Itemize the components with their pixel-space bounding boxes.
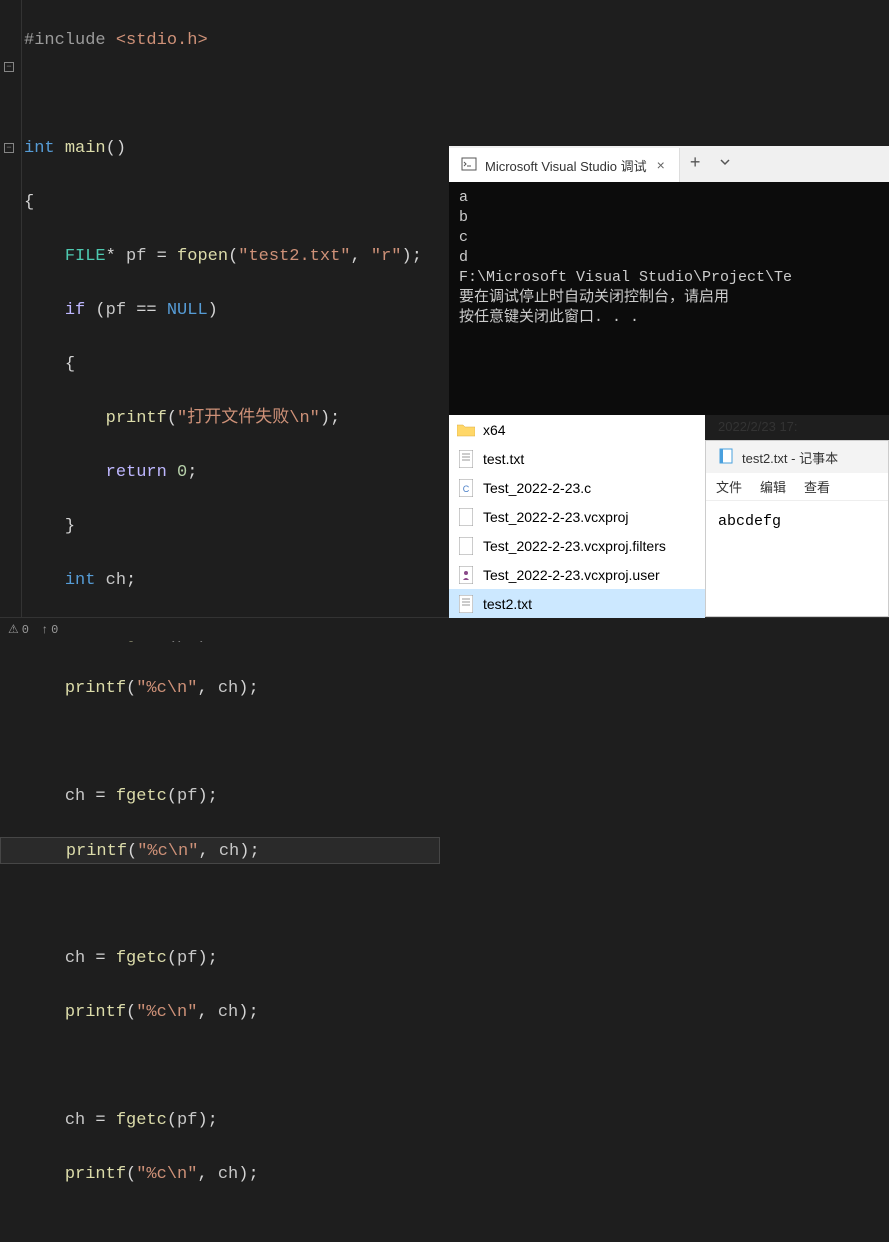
warning-icon: ⚠ — [8, 622, 19, 637]
arrow-up-icon: ↑ — [41, 623, 48, 637]
menu-edit[interactable]: 编辑 — [760, 477, 786, 496]
fold-marker-icon[interactable]: − — [4, 62, 14, 72]
file-row[interactable]: Test_2022-2-23.vcxproj.filters — [449, 531, 705, 560]
up-indicator[interactable]: ↑ 0 — [41, 623, 58, 637]
project-file-icon — [457, 508, 475, 526]
notepad-window: test2.txt - 记事本 文件 编辑 查看 abcdefg — [705, 440, 889, 617]
file-name: Test_2022-2-23.vcxproj.filters — [483, 538, 666, 554]
file-icon — [457, 537, 475, 555]
svg-text:C: C — [463, 484, 470, 494]
menu-file[interactable]: 文件 — [716, 477, 742, 496]
file-row-selected[interactable]: test2.txt — [449, 589, 705, 618]
include-header: <stdio.h> — [106, 31, 208, 50]
warning-count: 0 — [22, 623, 29, 637]
editor-gutter: − − — [0, 0, 22, 641]
text-file-icon — [457, 595, 475, 613]
console-output[interactable]: a b c d F:\Microsoft Visual Studio\Proje… — [449, 182, 889, 415]
file-name: test2.txt — [483, 596, 532, 612]
console-line: c — [459, 228, 879, 248]
c-file-icon: C — [457, 479, 475, 497]
status-bar: ⚠ 0 ↑ 0 — [0, 617, 889, 641]
text-file-icon — [457, 450, 475, 468]
notepad-icon — [718, 448, 734, 467]
folder-icon — [457, 421, 475, 439]
preprocessor: #include — [24, 31, 106, 50]
new-tab-icon[interactable]: + — [690, 154, 701, 174]
file-name: test.txt — [483, 451, 524, 467]
warning-indicator[interactable]: ⚠ 0 — [8, 622, 29, 637]
notepad-content[interactable]: abcdefg — [706, 501, 888, 616]
folder-row[interactable]: x64 — [449, 415, 705, 444]
file-name: Test_2022-2-23.vcxproj — [483, 509, 629, 525]
console-line: a — [459, 188, 879, 208]
file-row[interactable]: Test_2022-2-23.vcxproj.user — [449, 560, 705, 589]
console-line: b — [459, 208, 879, 228]
terminal-icon — [461, 156, 477, 175]
tab-title: Microsoft Visual Studio 调试 — [485, 156, 647, 175]
chevron-down-icon[interactable] — [719, 155, 731, 173]
console-tabbar: Microsoft Visual Studio 调试 × + — [449, 146, 889, 182]
console-line: d — [459, 248, 879, 268]
console-line: 按任意键关闭此窗口. . . — [459, 308, 879, 328]
notepad-menu: 文件 编辑 查看 — [706, 473, 888, 501]
fold-marker-icon[interactable]: − — [4, 143, 14, 153]
file-date: 2022/2/23 17: — [718, 419, 798, 434]
console-tab[interactable]: Microsoft Visual Studio 调试 × — [449, 148, 680, 182]
file-row[interactable]: test.txt — [449, 444, 705, 473]
console-line: 要在调试停止时自动关闭控制台，请启用 — [459, 288, 879, 308]
close-icon[interactable]: × — [655, 155, 667, 175]
user-file-icon — [457, 566, 475, 584]
file-explorer: x64 test.txt C Test_2022-2-23.c Test_202… — [449, 415, 705, 617]
console-line: F:\Microsoft Visual Studio\Project\Te — [459, 268, 879, 288]
menu-view[interactable]: 查看 — [804, 477, 830, 496]
notepad-titlebar[interactable]: test2.txt - 记事本 — [706, 441, 888, 473]
file-name: Test_2022-2-23.vcxproj.user — [483, 567, 660, 583]
notepad-title: test2.txt - 记事本 — [742, 448, 838, 467]
file-row[interactable]: Test_2022-2-23.vcxproj — [449, 502, 705, 531]
console-window: Microsoft Visual Studio 调试 × + a b c d F… — [449, 146, 889, 415]
file-row[interactable]: C Test_2022-2-23.c — [449, 473, 705, 502]
tab-actions: + — [680, 154, 741, 174]
file-name: x64 — [483, 422, 506, 438]
up-count: 0 — [51, 623, 58, 637]
file-name: Test_2022-2-23.c — [483, 480, 591, 496]
